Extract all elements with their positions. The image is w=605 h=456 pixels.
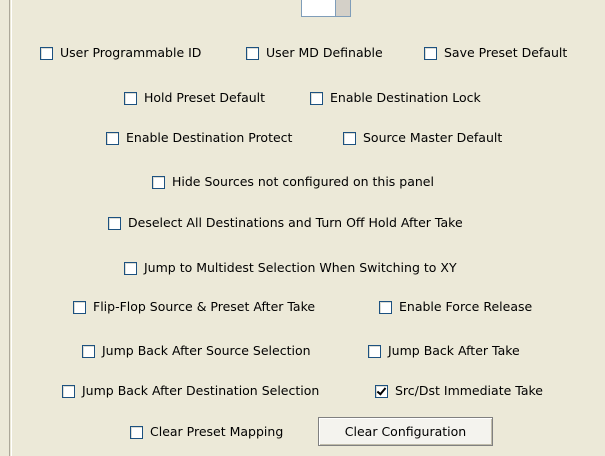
- clear-configuration-button[interactable]: Clear Configuration: [318, 417, 493, 446]
- jump-back-after-source-checkbox[interactable]: Jump Back After Source Selection: [82, 342, 311, 360]
- checkbox-box[interactable]: [343, 131, 356, 145]
- options-row-6: Jump to Multidest Selection When Switchi…: [0, 259, 605, 277]
- checkbox-box[interactable]: [73, 300, 86, 314]
- checkbox-box[interactable]: [40, 46, 53, 60]
- deselect-all-destinations-checkbox[interactable]: Deselect All Destinations and Turn Off H…: [108, 214, 463, 232]
- user-programmable-id-checkbox[interactable]: User Programmable ID: [40, 44, 201, 62]
- options-row-10: Clear Preset Mapping: [0, 423, 605, 441]
- user-md-definable-checkbox[interactable]: User MD Definable: [246, 44, 383, 62]
- checkbox-label: Deselect All Destinations and Turn Off H…: [128, 215, 463, 230]
- options-row-1: User Programmable ID User MD Definable S…: [0, 44, 605, 62]
- checkbox-box[interactable]: [152, 175, 165, 189]
- checkbox-box[interactable]: [62, 384, 75, 398]
- checkbox-label: Enable Destination Protect: [126, 130, 293, 145]
- checkbox-label: Jump Back After Destination Selection: [82, 383, 320, 398]
- options-row-2: Hold Preset Default Enable Destination L…: [0, 89, 605, 107]
- enable-destination-lock-checkbox[interactable]: Enable Destination Lock: [310, 89, 481, 107]
- checkbox-box[interactable]: [124, 261, 137, 275]
- checkbox-box[interactable]: [424, 46, 437, 60]
- options-row-3: Enable Destination Protect Source Master…: [0, 129, 605, 147]
- checkbox-box[interactable]: [108, 216, 121, 230]
- spin-field[interactable]: [301, 0, 336, 17]
- checkbox-label: User MD Definable: [266, 45, 383, 60]
- checkbox-box[interactable]: [375, 384, 388, 398]
- checkbox-box[interactable]: [246, 46, 259, 60]
- checkbox-label: Flip-Flop Source & Preset After Take: [93, 299, 316, 314]
- options-row-5: Deselect All Destinations and Turn Off H…: [0, 214, 605, 232]
- options-row-8: Jump Back After Source Selection Jump Ba…: [0, 342, 605, 360]
- checkbox-label: Enable Destination Lock: [330, 90, 481, 105]
- checkbox-box[interactable]: [130, 425, 143, 439]
- checkbox-label: Source Master Default: [363, 130, 503, 145]
- checkbox-label: Hide Sources not configured on this pane…: [172, 174, 434, 189]
- checkbox-label: Src/Dst Immediate Take: [395, 383, 543, 398]
- flip-flop-source-checkbox[interactable]: Flip-Flop Source & Preset After Take: [73, 298, 315, 316]
- options-row-7: Flip-Flop Source & Preset After Take Ena…: [0, 298, 605, 316]
- src-dst-immediate-take-checkbox[interactable]: Src/Dst Immediate Take: [375, 382, 543, 400]
- checkbox-label: User Programmable ID: [60, 45, 202, 60]
- jump-back-after-take-checkbox[interactable]: Jump Back After Take: [368, 342, 520, 360]
- spin-arrow-button[interactable]: [336, 0, 351, 17]
- jump-to-multidest-checkbox[interactable]: Jump to Multidest Selection When Switchi…: [124, 259, 457, 277]
- spin-control-partial[interactable]: [301, 0, 359, 18]
- options-row-9: Jump Back After Destination Selection Sr…: [0, 382, 605, 400]
- source-master-default-checkbox[interactable]: Source Master Default: [343, 129, 502, 147]
- checkbox-label: Save Preset Default: [444, 45, 568, 60]
- save-preset-default-checkbox[interactable]: Save Preset Default: [424, 44, 567, 62]
- checkbox-box[interactable]: [124, 91, 137, 105]
- checkbox-box[interactable]: [310, 91, 323, 105]
- clear-preset-mapping-checkbox[interactable]: Clear Preset Mapping: [130, 423, 283, 441]
- enable-destination-protect-checkbox[interactable]: Enable Destination Protect: [106, 129, 292, 147]
- checkbox-label: Enable Force Release: [399, 299, 533, 314]
- checkbox-box[interactable]: [82, 344, 95, 358]
- enable-force-release-checkbox[interactable]: Enable Force Release: [379, 298, 532, 316]
- checkbox-label: Clear Preset Mapping: [150, 424, 284, 439]
- checkbox-label: Hold Preset Default: [144, 90, 266, 105]
- hide-sources-checkbox[interactable]: Hide Sources not configured on this pane…: [152, 173, 434, 191]
- options-row-4: Hide Sources not configured on this pane…: [0, 173, 605, 191]
- checkbox-box[interactable]: [368, 344, 381, 358]
- jump-back-after-destination-checkbox[interactable]: Jump Back After Destination Selection: [62, 382, 319, 400]
- checkbox-box[interactable]: [106, 131, 119, 145]
- checkbox-box[interactable]: [379, 300, 392, 314]
- checkbox-label: Jump to Multidest Selection When Switchi…: [144, 260, 457, 275]
- checkbox-label: Jump Back After Source Selection: [102, 343, 311, 358]
- checkbox-label: Jump Back After Take: [388, 343, 520, 358]
- hold-preset-default-checkbox[interactable]: Hold Preset Default: [124, 89, 265, 107]
